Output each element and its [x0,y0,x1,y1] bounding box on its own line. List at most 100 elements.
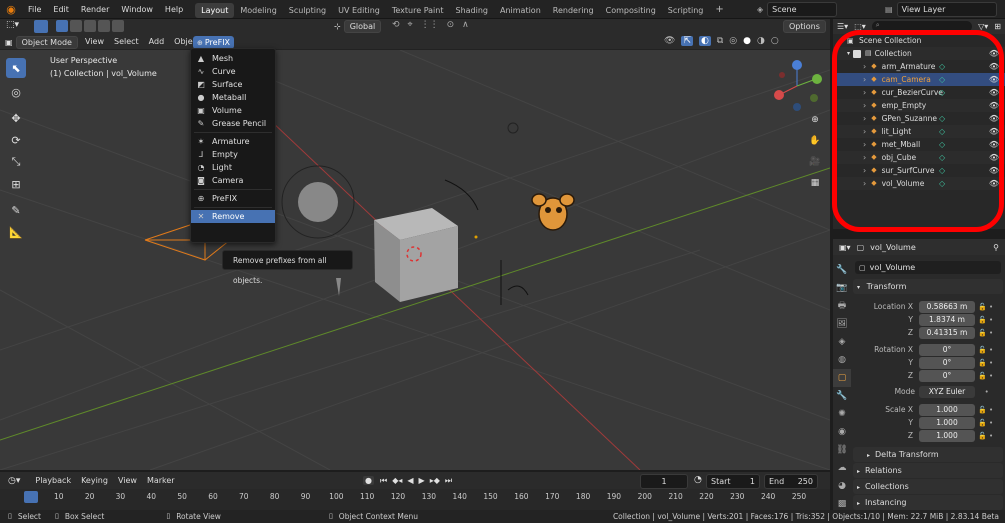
eye-icon[interactable]: 👁 [989,151,999,164]
rotation-z-field[interactable]: 0° [919,370,975,382]
prefix-menu-item-grease-pencil[interactable]: ✎ Grease Pencil [191,117,275,130]
timeline-editor-icon[interactable]: ◷▾ [8,476,20,486]
mesh-data-icon[interactable]: ◇ [939,151,945,164]
play-reverse-icon[interactable]: ◀ [407,476,413,485]
outliner-row-cam_camera[interactable]: › ◆ cam_Camera ◇ 👁 [833,73,1005,86]
extend-selection-icon[interactable] [70,20,82,32]
object-name-field[interactable]: ▢ vol_Volume [855,261,1001,274]
eye-icon[interactable]: 👁 [989,99,999,112]
3d-viewport[interactable]: ⬉ ◎ ✥ ⟳ ⤡ ⊞ ✎ 📐 User Perspective (1) Col… [0,50,830,470]
eye-icon[interactable]: 👁 [989,164,999,177]
constraints-tab-icon[interactable]: ⛓ [833,441,851,459]
object-mode-dropdown[interactable]: ▣ Object Mode [5,36,78,49]
outliner-search-field[interactable]: ⌕ [871,21,973,32]
tab-animation[interactable]: Animation [494,3,547,18]
outliner-row-obj_cube[interactable]: › ◆ obj_Cube ◇ 👁 [833,151,1005,164]
material-tab-icon[interactable]: ◕ [833,477,851,495]
timeline-ruler[interactable]: 1102030405060708090100110120130140150160… [0,489,830,510]
section-delta-transform[interactable]: ▸ Delta Transform [853,447,1003,462]
prefix-menu-item-curve[interactable]: ∿ Curve [191,65,275,78]
tab-compositing[interactable]: Compositing [600,3,662,18]
expand-icon[interactable]: › [863,177,866,190]
pose-icon[interactable]: ◇ [939,60,945,73]
shading-solid-icon[interactable]: ● [743,36,751,46]
preview-range-icon[interactable]: ◔ [694,475,702,485]
expand-icon[interactable]: ▾ [847,47,850,60]
pivot-icon[interactable]: ⟲ [392,20,400,30]
particles-tab-icon[interactable]: ✺ [833,405,851,423]
section-collections[interactable]: ▸ Collections [853,479,1003,494]
prefix-menu-item-light[interactable]: ◔ Light [191,161,275,174]
prefix-menu-item-prefix[interactable]: ⊕ PreFIX [191,192,275,205]
tab-layout[interactable]: Layout [195,2,235,18]
prev-keyframe-icon[interactable]: ◆◂ [392,476,402,485]
location-y-field[interactable]: 1.8374 m [919,314,975,326]
snap-target-icon[interactable]: ⋮⋮ [421,20,439,30]
timeline-menu-playback[interactable]: Playback [30,473,76,489]
view-layer-tab-icon[interactable]: 🖼 [833,315,851,333]
scale-z-field[interactable]: 1.000 [919,430,975,442]
outliner-row-arm_armature[interactable]: › ◆ arm_Armature ◇ 👁 [833,60,1005,73]
shading-rendered-icon[interactable]: ○ [771,36,779,46]
expand-icon[interactable]: › [863,164,866,177]
checkbox-icon[interactable] [853,49,862,58]
snap-icon[interactable]: ⌖ [408,20,413,30]
viewport-menu-view[interactable]: View [80,34,109,50]
filter-icon[interactable]: ▽▾ [978,22,988,31]
shading-wireframe-icon[interactable]: ◎ [729,36,737,46]
transform-orientation[interactable]: ⊹ Global [334,20,382,33]
tab-uv-editing[interactable]: UV Editing [332,3,386,18]
outliner-row-cur_beziercurve[interactable]: › ◆ cur_BezierCurve ◇ 👁 [833,86,1005,99]
navigation-gizmo[interactable] [770,58,826,114]
prefix-menu-item-surface[interactable]: ◩ Surface [191,78,275,91]
lock-icon[interactable]: 🔓 • [978,327,1002,340]
invert-selection-icon[interactable] [98,20,110,32]
outliner-row-emp_empty[interactable]: › ◆ emp_Empty 👁 [833,99,1005,112]
camera-view-icon[interactable]: 🎥 [806,153,824,171]
scene-selector[interactable]: ◈ Scene [757,2,838,17]
modifier-tab-icon[interactable]: 🔧 [833,387,851,405]
prefix-menu-item-remove[interactable]: ✕ Remove [191,210,275,223]
lock-icon[interactable]: 🔓 • [978,430,1002,443]
tab-texture-paint[interactable]: Texture Paint [386,3,450,18]
rotate-tool-icon[interactable]: ⟳ [6,130,26,150]
texture-tab-icon[interactable]: ▩ [833,495,851,513]
transform-tool-icon[interactable]: ⊞ [6,174,26,194]
scale-tool-icon[interactable]: ⤡ [6,152,26,172]
ortho-toggle-icon[interactable]: ▦ [806,174,824,192]
section-relations[interactable]: ▸ Relations [853,463,1003,478]
current-frame-field[interactable]: 1 [640,474,688,489]
view-layer-field[interactable]: View Layer [896,2,997,17]
timeline-menu-view[interactable]: View [113,473,142,489]
expand-icon[interactable]: › [863,138,866,151]
eye-icon[interactable]: 👁 [989,47,999,60]
tool-tab-icon[interactable]: 🔧 [833,261,851,279]
outliner-row-met_mball[interactable]: › ◆ met_Mball ◇ 👁 [833,138,1005,151]
annotate-tool-icon[interactable]: ✎ [6,200,26,220]
curve-data-icon[interactable]: ◇ [939,86,945,99]
surface-data-icon[interactable]: ◇ [939,164,945,177]
eye-icon[interactable]: 👁 [989,177,999,190]
editor-type-button[interactable]: ⬚▾ [6,20,19,30]
outliner-row-sur_surfcurve[interactable]: › ◆ sur_SurfCurve ◇ 👁 [833,164,1005,177]
add-workspace-button[interactable]: + [709,4,729,15]
expand-icon[interactable]: › [863,151,866,164]
playhead[interactable] [24,491,38,503]
move-tool-icon[interactable]: ✥ [6,108,26,128]
subtract-selection-icon[interactable] [84,20,96,32]
select-box-tool-icon[interactable] [34,20,48,33]
rotation-mode-dropdown[interactable]: XYZ Euler [919,386,975,398]
select-tool-icon[interactable]: ⬉ [6,58,26,78]
zoom-icon[interactable]: ⊕ [806,111,824,129]
outliner-editor-icon[interactable]: ☰▾ [837,22,848,31]
eye-icon[interactable]: 👁 [989,73,999,86]
pan-hand-icon[interactable]: ✋ [806,132,824,150]
scale-y-field[interactable]: 1.000 [919,417,975,429]
shading-material-icon[interactable]: ◑ [757,36,765,46]
data-tab-icon[interactable]: ☁ [833,459,851,477]
eye-icon[interactable]: 👁 [989,86,999,99]
properties-editor-icon[interactable]: ▣▾ [839,243,851,252]
prefix-menu-item-armature[interactable]: ✶ Armature [191,135,275,148]
record-icon[interactable]: ● [363,476,374,485]
world-tab-icon[interactable]: ◍ [833,351,851,369]
